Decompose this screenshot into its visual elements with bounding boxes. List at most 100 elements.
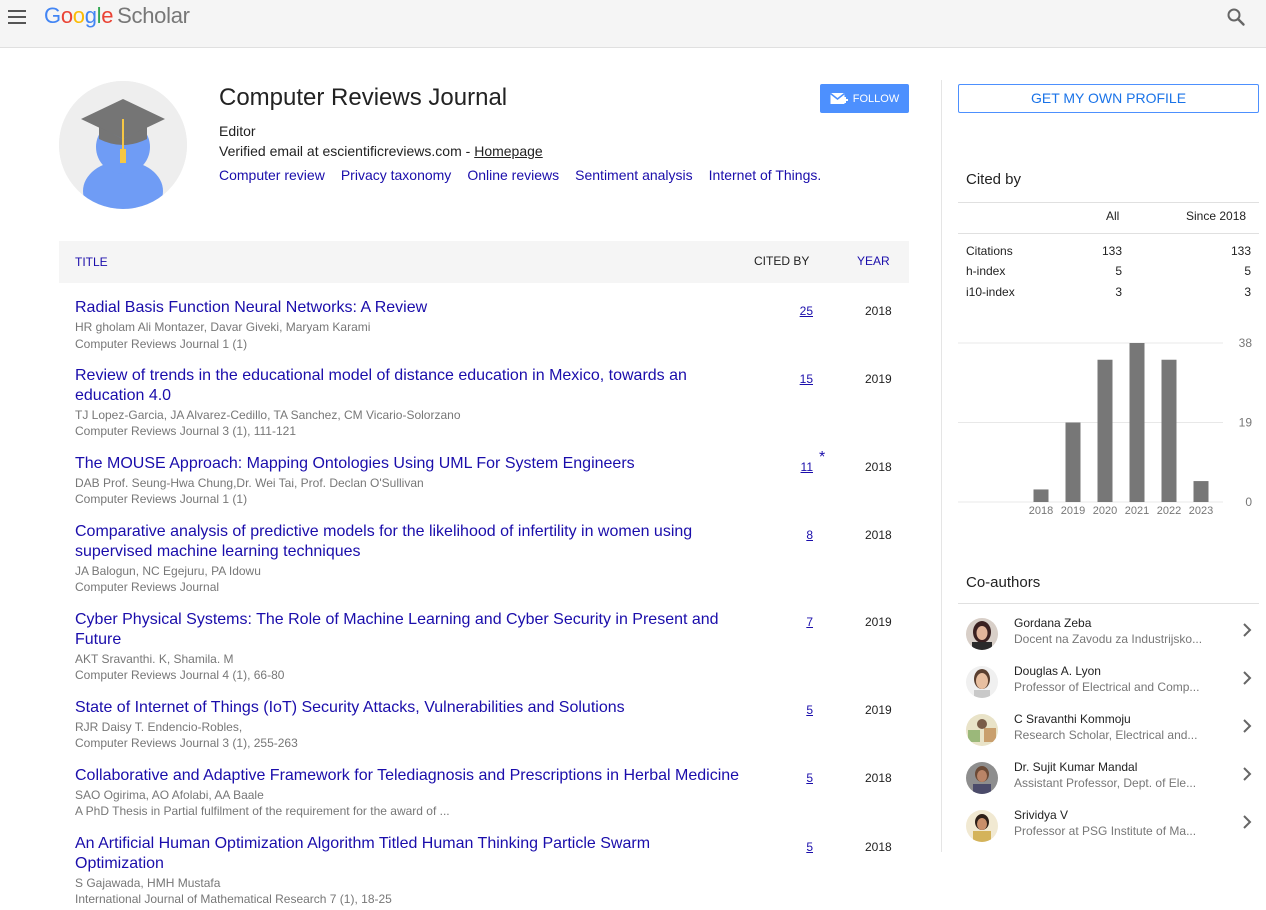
article-venue: Computer Reviews Journal 3 (1), 255-263 [75, 736, 298, 750]
profile-name: Computer Reviews Journal [219, 84, 508, 111]
coauthor-affiliation: Docent na Zavodu za Industrijsko... [1014, 632, 1203, 646]
follow-label: FOLLOW [852, 92, 900, 105]
articles-table-header: TITLE CITED BY YEAR [59, 241, 909, 283]
article-year: 2018 [865, 771, 892, 785]
chart-bar-2018[interactable] [1033, 489, 1049, 502]
chart-bar-2021[interactable] [1129, 343, 1145, 502]
article-authors: JA Balogun, NC Egejuru, PA Idowu [75, 564, 261, 578]
metric-since: 133 [1230, 244, 1251, 258]
chevron-right-icon [1243, 815, 1252, 829]
coauthor-affiliation: Assistant Professor, Dept. of Ele... [1014, 776, 1197, 790]
article-year: 2019 [865, 372, 892, 386]
sort-by-cited[interactable]: CITED BY [754, 254, 809, 268]
coauthor-item[interactable]: Dr. Sujit Kumar Mandal Assistant Profess… [958, 756, 1259, 804]
sort-by-title[interactable]: TITLE [75, 255, 108, 269]
article-year: 2018 [865, 528, 892, 542]
avatar [59, 81, 187, 209]
col-all: All [1106, 209, 1120, 223]
interest-link[interactable]: Privacy taxonomy [341, 167, 451, 183]
metric-label: h-index [966, 264, 1006, 278]
col-since: Since 2018 [1186, 209, 1247, 223]
article-title[interactable]: State of Internet of Things (IoT) Securi… [75, 698, 745, 718]
google-scholar-logo[interactable]: Google Scholar [44, 3, 190, 29]
divider [958, 603, 1259, 604]
metric-since: 5 [1244, 264, 1251, 278]
coauthor-item[interactable]: Douglas A. Lyon Professor of Electrical … [958, 660, 1259, 708]
coauthor-item[interactable]: Srividya V Professor at PSG Institute of… [958, 804, 1259, 852]
article-year: 2019 [865, 703, 892, 717]
coauthor-name: Srividya V [1014, 808, 1069, 822]
citations-per-year-chart: 0 19 38 2018 2019 2020 2021 2022 2023 [958, 336, 1253, 517]
coauthor-name: C Sravanthi Kommoju [1014, 712, 1131, 726]
chevron-right-icon [1243, 767, 1252, 781]
metric-label: i10-index [966, 285, 1015, 299]
affiliation: Editor [219, 123, 256, 139]
article-venue: Computer Reviews Journal 1 (1) [75, 337, 248, 351]
article-title[interactable]: An Artificial Human Optimization Algorit… [75, 834, 705, 874]
chart-x-tick-label: 2018 [1029, 505, 1053, 517]
coauthors-heading: Co-authors [966, 574, 1041, 591]
metric-all: 133 [1101, 244, 1122, 258]
article-cited-count[interactable]: 25 [800, 304, 813, 318]
coauthor-affiliation: Professor at PSG Institute of Ma... [1014, 824, 1197, 838]
metric-since: 3 [1244, 285, 1251, 299]
coauthor-avatar [966, 810, 998, 842]
chart-x-tick-label: 2019 [1061, 505, 1085, 517]
homepage-link[interactable]: Homepage [474, 143, 543, 159]
article-cited-count[interactable]: 5 [806, 840, 813, 854]
sort-by-year[interactable]: YEAR [857, 254, 890, 268]
coauthor-affiliation: Professor of Electrical and Comp... [1014, 680, 1200, 694]
follow-button[interactable]: FOLLOW [820, 84, 909, 113]
article-title[interactable]: The MOUSE Approach: Mapping Ontologies U… [75, 454, 745, 474]
chart-bar-2022[interactable] [1161, 359, 1177, 502]
search-icon[interactable] [1226, 7, 1246, 27]
coauthor-item[interactable]: C Sravanthi Kommoju Research Scholar, El… [958, 708, 1259, 756]
chevron-right-icon [1243, 719, 1252, 733]
article-authors: RJR Daisy T. Endencio-Robles, [75, 720, 243, 734]
menu-icon[interactable] [6, 6, 28, 28]
cited-by-heading: Cited by [966, 171, 1022, 188]
chart-bar-2020[interactable] [1097, 359, 1113, 502]
coauthor-item[interactable]: Gordana Zeba Docent na Zavodu za Industr… [958, 612, 1259, 660]
article-authors: AKT Sravanthi. K, Shamila. M [75, 652, 234, 666]
article-venue: Computer Reviews Journal [75, 580, 220, 594]
article-cited-count[interactable]: 5 [806, 771, 813, 785]
metric-all: 5 [1115, 264, 1122, 278]
interest-link[interactable]: Computer review [219, 167, 325, 183]
article-cited-count[interactable]: 11 [801, 460, 813, 474]
article-cited-count[interactable]: 8 [806, 528, 813, 542]
article-authors: S Gajawada, HMH Mustafa [75, 876, 221, 890]
get-my-own-profile-button[interactable]: GET MY OWN PROFILE [958, 84, 1259, 113]
article-title[interactable]: Collaborative and Adaptive Framework for… [75, 766, 775, 786]
article-title[interactable]: Comparative analysis of predictive model… [75, 522, 745, 562]
chart-x-tick-label: 2020 [1093, 505, 1117, 517]
article-authors: TJ Lopez-Garcia, JA Alvarez-Cedillo, TA … [75, 408, 461, 422]
chart-y-tick-label: 19 [1239, 416, 1253, 430]
metric-all: 3 [1115, 285, 1122, 299]
verified-email: Verified email at escientificreviews.com… [219, 143, 543, 159]
article-venue: Computer Reviews Journal 1 (1) [75, 492, 248, 506]
coauthor-affiliation: Research Scholar, Electrical and... [1014, 728, 1198, 742]
article-cited-count[interactable]: 7 [806, 615, 813, 629]
article-cited-count[interactable]: 5 [806, 703, 813, 717]
chart-x-tick-label: 2021 [1125, 505, 1149, 517]
chart-x-tick-label: 2023 [1189, 505, 1213, 517]
interest-link[interactable]: Sentiment analysis [575, 167, 693, 183]
interest-link[interactable]: Internet of Things. [709, 167, 822, 183]
divider [958, 233, 1259, 234]
chart-bar-2023[interactable] [1193, 481, 1209, 502]
chart-y-tick-label: 38 [1239, 336, 1253, 350]
article-cited-count[interactable]: 15 [800, 372, 813, 386]
top-bar: Google Scholar [0, 0, 1266, 48]
chevron-right-icon [1243, 623, 1252, 637]
chart-bar-2019[interactable] [1065, 422, 1081, 503]
interest-link[interactable]: Online reviews [467, 167, 559, 183]
article-title[interactable]: Radial Basis Function Neural Networks: A… [75, 298, 745, 318]
coauthor-name: Douglas A. Lyon [1014, 664, 1101, 678]
article-title[interactable]: Review of trends in the educational mode… [75, 366, 745, 406]
article-year: 2018 [865, 460, 892, 474]
article-venue: Computer Reviews Journal 3 (1), 111-121 [75, 424, 296, 438]
coauthor-avatar [966, 666, 998, 698]
divider [958, 202, 1259, 203]
article-title[interactable]: Cyber Physical Systems: The Role of Mach… [75, 610, 745, 650]
